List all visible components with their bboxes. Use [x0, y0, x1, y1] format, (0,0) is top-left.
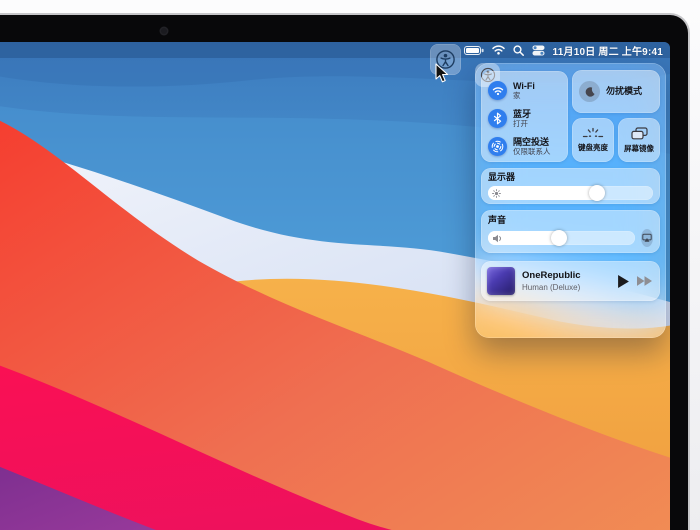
wifi-label: Wi-Fi [513, 80, 535, 91]
moon-icon [579, 81, 600, 102]
wifi-icon [488, 81, 507, 100]
control-center-icon[interactable] [532, 45, 545, 56]
sound-label: 声音 [488, 215, 507, 225]
audio-output-button[interactable] [641, 229, 653, 248]
wifi-toggle[interactable]: Wi-Fi 家 [488, 77, 568, 104]
brightness-slider[interactable] [488, 185, 653, 202]
brightness-knob[interactable] [588, 185, 605, 202]
volume-knob[interactable] [550, 230, 567, 247]
macbook-bezel: 11月10日 周二 上午9:41 Wi-Fi 家 蓝牙 打开 隔空投送 仅限联系… [0, 13, 690, 530]
sound-card: 声音 [481, 210, 660, 253]
now-playing-artist: OneRepublic [522, 270, 581, 281]
screen-mirroring-card[interactable]: 屏幕镜像 [618, 118, 660, 162]
control-center-panel: Wi-Fi 家 蓝牙 打开 隔空投送 仅限联系人 勿扰模式 键盘亮度 屏幕镜像 … [475, 63, 666, 338]
keyboard-brightness-label: 键盘亮度 [578, 143, 608, 153]
macbook-hero: 11月10日 周二 上午9:41 Wi-Fi 家 蓝牙 打开 隔空投送 仅限联系… [0, 0, 700, 530]
fast-forward-button[interactable] [637, 276, 652, 286]
dnd-label: 勿扰模式 [606, 86, 643, 97]
speaker-icon [493, 234, 501, 243]
menu-bar-clock[interactable]: 11月10日 周二 上午9:41 [553, 43, 663, 58]
album-art [487, 267, 515, 295]
bluetooth-icon [488, 109, 507, 128]
brightness-sun-icon [492, 188, 501, 198]
keyboard-brightness-icon [582, 128, 604, 138]
battery-icon[interactable] [463, 45, 484, 55]
keyboard-brightness-card[interactable]: 键盘亮度 [572, 118, 614, 162]
display-label: 显示器 [488, 172, 516, 182]
volume-slider[interactable] [488, 230, 635, 247]
wifi-status: 家 [513, 91, 521, 101]
desktop-screen: 11月10日 周二 上午9:41 Wi-Fi 家 蓝牙 打开 隔空投送 仅限联系… [0, 42, 670, 530]
do-not-disturb-card[interactable]: 勿扰模式 [572, 70, 660, 113]
bluetooth-label: 蓝牙 [513, 108, 532, 119]
bluetooth-status: 打开 [513, 119, 528, 129]
airdrop-toggle[interactable]: 隔空投送 仅限联系人 [488, 133, 568, 160]
airplay-audio-icon [642, 234, 652, 243]
connectivity-card: Wi-Fi 家 蓝牙 打开 隔空投送 仅限联系人 [481, 71, 568, 162]
play-button[interactable] [618, 274, 629, 288]
wifi-icon[interactable] [491, 45, 505, 55]
airdrop-label: 隔空投送 [513, 136, 550, 147]
menu-bar: 11月10日 周二 上午9:41 [0, 42, 670, 58]
screen-mirroring-label: 屏幕镜像 [624, 143, 654, 153]
display-card: 显示器 [481, 168, 660, 204]
facetime-camera [161, 28, 167, 34]
screen-mirroring-icon [630, 127, 648, 140]
airdrop-icon [488, 137, 507, 156]
mouse-cursor [435, 63, 449, 83]
search-icon[interactable] [512, 44, 524, 56]
airdrop-status: 仅限联系人 [513, 147, 551, 157]
now-playing-album: Human (Deluxe) [522, 283, 581, 292]
now-playing-card[interactable]: OneRepublic Human (Deluxe) [481, 261, 660, 301]
bluetooth-toggle[interactable]: 蓝牙 打开 [488, 105, 568, 132]
